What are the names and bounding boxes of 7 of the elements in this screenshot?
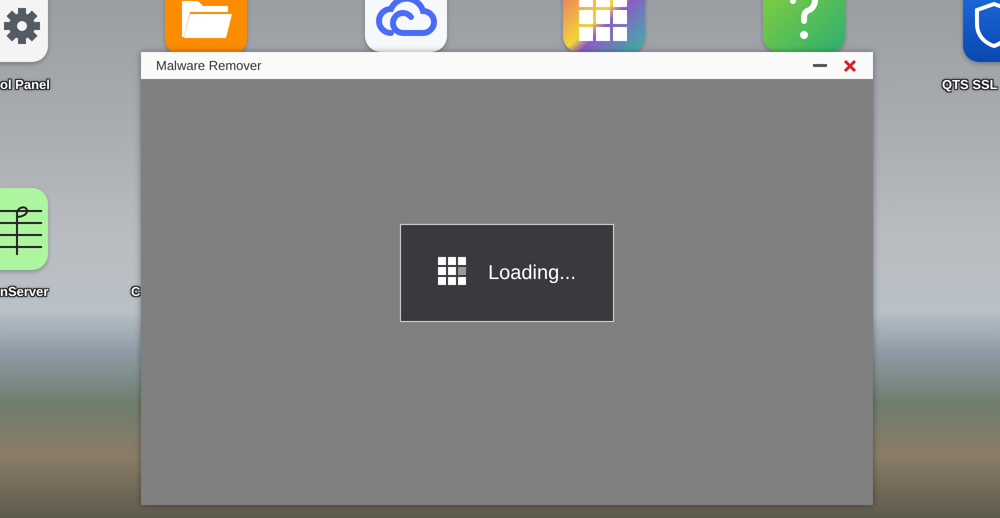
window-title: Malware Remover (156, 58, 262, 73)
minimize-button[interactable] (811, 62, 829, 70)
desktop-icon-label[interactable]: ol Panel (0, 77, 50, 92)
desktop-icon-label[interactable]: C (131, 284, 140, 299)
loading-text: Loading... (488, 262, 576, 284)
desktop-icon-label[interactable]: QTS SSL (942, 77, 998, 92)
desktop-icon-label[interactable]: nServer (0, 284, 48, 299)
